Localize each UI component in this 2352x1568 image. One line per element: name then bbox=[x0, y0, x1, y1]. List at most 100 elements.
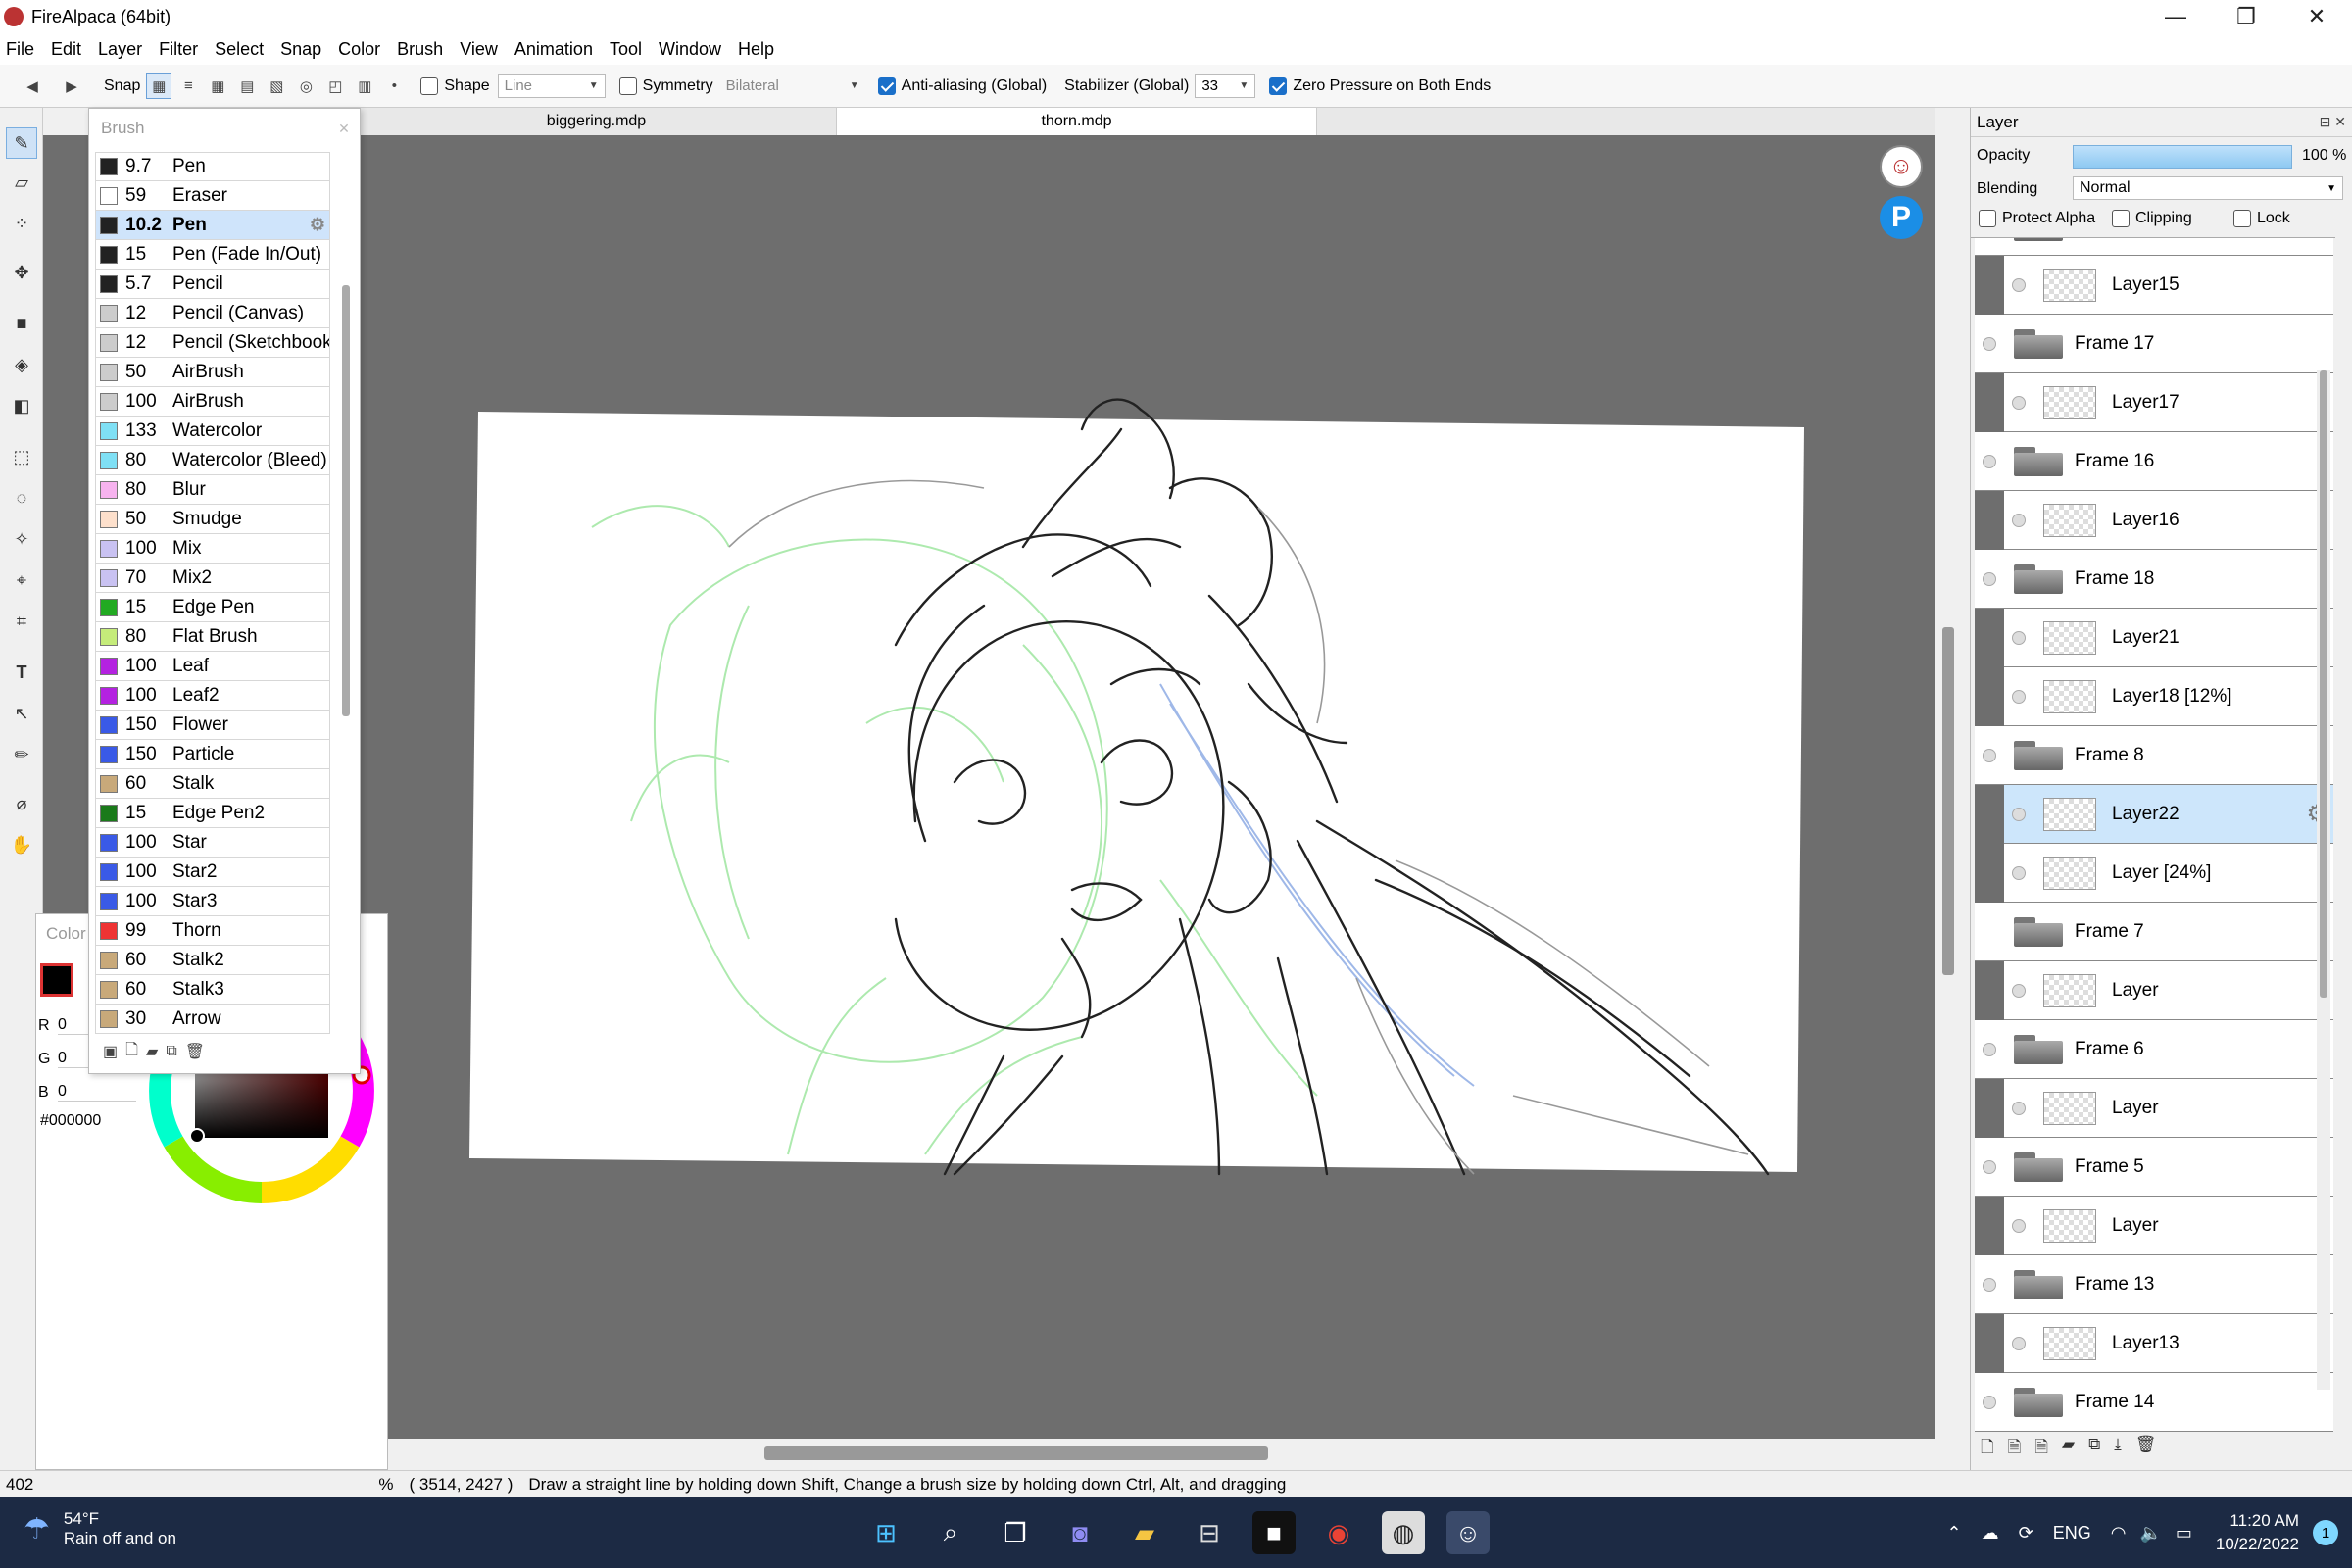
lock-checkbox[interactable] bbox=[2233, 210, 2251, 227]
visibility-toggle[interactable] bbox=[2004, 1314, 2034, 1373]
sv-picker-handle[interactable] bbox=[189, 1128, 205, 1144]
shape-select[interactable]: Line ▼ bbox=[497, 74, 606, 98]
menu-view[interactable]: View bbox=[460, 39, 498, 60]
menu-brush[interactable]: Brush bbox=[397, 39, 443, 60]
notification-badge[interactable]: 1 bbox=[2313, 1520, 2338, 1545]
file-explorer-icon[interactable]: ▰ bbox=[1123, 1511, 1166, 1554]
new-folder-icon[interactable]: ▰ bbox=[2062, 1435, 2075, 1463]
snap-settings-icon[interactable]: • bbox=[381, 74, 407, 99]
duplicate-layer-icon[interactable]: ⧉ bbox=[2088, 1435, 2100, 1463]
current-color-swatch[interactable] bbox=[40, 963, 74, 997]
teams-chat-icon[interactable]: ◙ bbox=[1058, 1511, 1102, 1554]
visibility-toggle[interactable] bbox=[2004, 785, 2034, 844]
layer-folder-row[interactable]: Frame 7 bbox=[1975, 903, 2333, 961]
brush-item[interactable]: 133 Watercolor bbox=[95, 416, 330, 446]
zero-pressure-checkbox[interactable] bbox=[1269, 76, 1288, 95]
zero-pressure-toggle[interactable]: Zero Pressure on Both Ends bbox=[1269, 65, 1491, 108]
magic-wand-tool-icon[interactable]: ✧ bbox=[6, 523, 37, 555]
dot-tool-icon[interactable]: ⁘ bbox=[6, 208, 37, 239]
symmetry-checkbox[interactable] bbox=[618, 76, 637, 95]
fill-shape-tool-icon[interactable]: ■ bbox=[6, 308, 37, 339]
visibility-toggle[interactable] bbox=[1975, 903, 2004, 961]
clipping-toggle[interactable]: Clipping bbox=[2112, 210, 2192, 227]
new-8bit-layer-icon[interactable]: 🗎 bbox=[2008, 1435, 2022, 1463]
brush-item[interactable]: 50 AirBrush bbox=[95, 358, 330, 387]
shape-toggle[interactable]: Shape bbox=[420, 65, 490, 108]
layer-row[interactable]: Layer18 [12%] bbox=[1975, 666, 2333, 726]
clip-studio-icon[interactable]: ◍ bbox=[1382, 1511, 1425, 1554]
snap-circle-icon[interactable]: ◎ bbox=[293, 74, 318, 99]
visibility-toggle[interactable] bbox=[1975, 315, 2004, 373]
layer-row[interactable]: Layer21 bbox=[1975, 608, 2333, 667]
layer-row[interactable]: Layer13 bbox=[1975, 1313, 2333, 1373]
visibility-toggle[interactable] bbox=[2004, 961, 2034, 1020]
select-tool-icon[interactable]: ⬚ bbox=[6, 441, 37, 472]
brush-item[interactable]: 70 Mix2 bbox=[95, 564, 330, 593]
tab-thorn[interactable]: thorn.mdp bbox=[837, 108, 1317, 135]
menu-animation[interactable]: Animation bbox=[514, 39, 593, 60]
visibility-toggle[interactable] bbox=[2004, 373, 2034, 432]
start-windows-icon[interactable]: ⊞ bbox=[864, 1511, 907, 1554]
brush-item[interactable]: 15 Pen (Fade In/Out) bbox=[95, 240, 330, 270]
snap-crisscross-icon[interactable]: ▤ bbox=[234, 74, 260, 99]
close-button[interactable]: ✕ bbox=[2281, 0, 2352, 33]
layer-folder-row[interactable]: Frame 17 bbox=[1975, 315, 2333, 373]
weather-widget[interactable]: ☂ 54°F Rain off and on bbox=[24, 1509, 176, 1548]
eraser-tool-icon[interactable]: ▱ bbox=[6, 167, 37, 198]
next-frame-button[interactable]: ▶ bbox=[59, 74, 84, 99]
menu-help[interactable]: Help bbox=[738, 39, 774, 60]
clock[interactable]: 11:20 AM 10/22/2022 bbox=[2216, 1509, 2299, 1556]
delete-layer-icon[interactable]: 🗑 bbox=[2135, 1435, 2157, 1463]
brush-item[interactable]: 60 Stalk2 bbox=[95, 946, 330, 975]
volume-icon[interactable]: 🔈 bbox=[2139, 1523, 2161, 1544]
layer-folder-row[interactable]: Frame 13 bbox=[1975, 1255, 2333, 1314]
tab-biggering[interactable]: biggering.mdp bbox=[357, 108, 837, 135]
menu-select[interactable]: Select bbox=[215, 39, 264, 60]
menu-edit[interactable]: Edit bbox=[51, 39, 81, 60]
snap-off-icon[interactable]: ▦ bbox=[146, 73, 172, 99]
visibility-toggle[interactable] bbox=[1975, 1255, 2004, 1314]
gear-icon[interactable]: ⚙ bbox=[310, 215, 325, 235]
battery-icon[interactable]: ▭ bbox=[2176, 1523, 2192, 1544]
brush-item[interactable]: 100 Leaf2 bbox=[95, 681, 330, 710]
snap-parallel-icon[interactable]: ≡ bbox=[175, 74, 201, 99]
snap-curve-icon[interactable]: ◰ bbox=[322, 74, 348, 99]
visibility-toggle[interactable] bbox=[1975, 432, 2004, 491]
close-icon[interactable]: ✕ bbox=[334, 119, 354, 138]
brush-item[interactable]: 100 AirBrush bbox=[95, 387, 330, 416]
brush-item[interactable]: 50 Smudge bbox=[95, 505, 330, 534]
operation-tool-icon[interactable]: ↖ bbox=[6, 698, 37, 729]
menu-snap[interactable]: Snap bbox=[280, 39, 321, 60]
brush-item[interactable]: 100 Star2 bbox=[95, 858, 330, 887]
clipping-checkbox[interactable] bbox=[2112, 210, 2130, 227]
layer-row[interactable]: Layer [24%] bbox=[1975, 843, 2333, 903]
firealpaca-mascot-icon[interactable]: ☺ bbox=[1880, 145, 1923, 188]
visibility-toggle[interactable] bbox=[1975, 726, 2004, 785]
snap-3d-icon[interactable]: ▥ bbox=[352, 74, 377, 99]
onedrive-cloud-icon[interactable]: ☁ bbox=[1982, 1523, 1999, 1544]
text-tool-icon[interactable]: T bbox=[6, 657, 37, 688]
canvas-horizontal-scrollbar[interactable] bbox=[764, 1446, 1268, 1460]
visibility-toggle[interactable] bbox=[2004, 256, 2034, 315]
layer-folder-row[interactable]: Frame 18 bbox=[1975, 550, 2333, 609]
visibility-toggle[interactable] bbox=[2004, 667, 2034, 726]
select-pen-tool-icon[interactable]: ⌖ bbox=[6, 564, 37, 596]
visibility-toggle[interactable] bbox=[1975, 238, 2004, 256]
visibility-toggle[interactable] bbox=[2004, 1079, 2034, 1138]
language-indicator[interactable]: ENG bbox=[2053, 1523, 2091, 1544]
chevron-up-icon[interactable]: ⌃ bbox=[1947, 1523, 1962, 1544]
brush-item[interactable]: 100 Star3 bbox=[95, 887, 330, 916]
hex-value[interactable]: #000000 bbox=[40, 1112, 101, 1130]
lasso-tool-icon[interactable]: ◌ bbox=[6, 482, 37, 514]
brush-item[interactable]: 80 Watercolor (Bleed) bbox=[95, 446, 330, 475]
brush-save-icon[interactable]: ▣ bbox=[103, 1042, 118, 1061]
layer-row[interactable]: Layer17 bbox=[1975, 372, 2333, 432]
brush-item[interactable]: 80 Blur bbox=[95, 475, 330, 505]
hand-tool-icon[interactable]: ✋ bbox=[6, 829, 37, 860]
menu-layer[interactable]: Layer bbox=[98, 39, 142, 60]
menu-color[interactable]: Color bbox=[338, 39, 380, 60]
layer-row[interactable]: Layer bbox=[1975, 1196, 2333, 1255]
layer-row[interactable]: Layer bbox=[1975, 960, 2333, 1020]
brush-item[interactable]: 60 Stalk3 bbox=[95, 975, 330, 1004]
firealpaca-taskbar-icon[interactable]: ☺ bbox=[1446, 1511, 1490, 1554]
